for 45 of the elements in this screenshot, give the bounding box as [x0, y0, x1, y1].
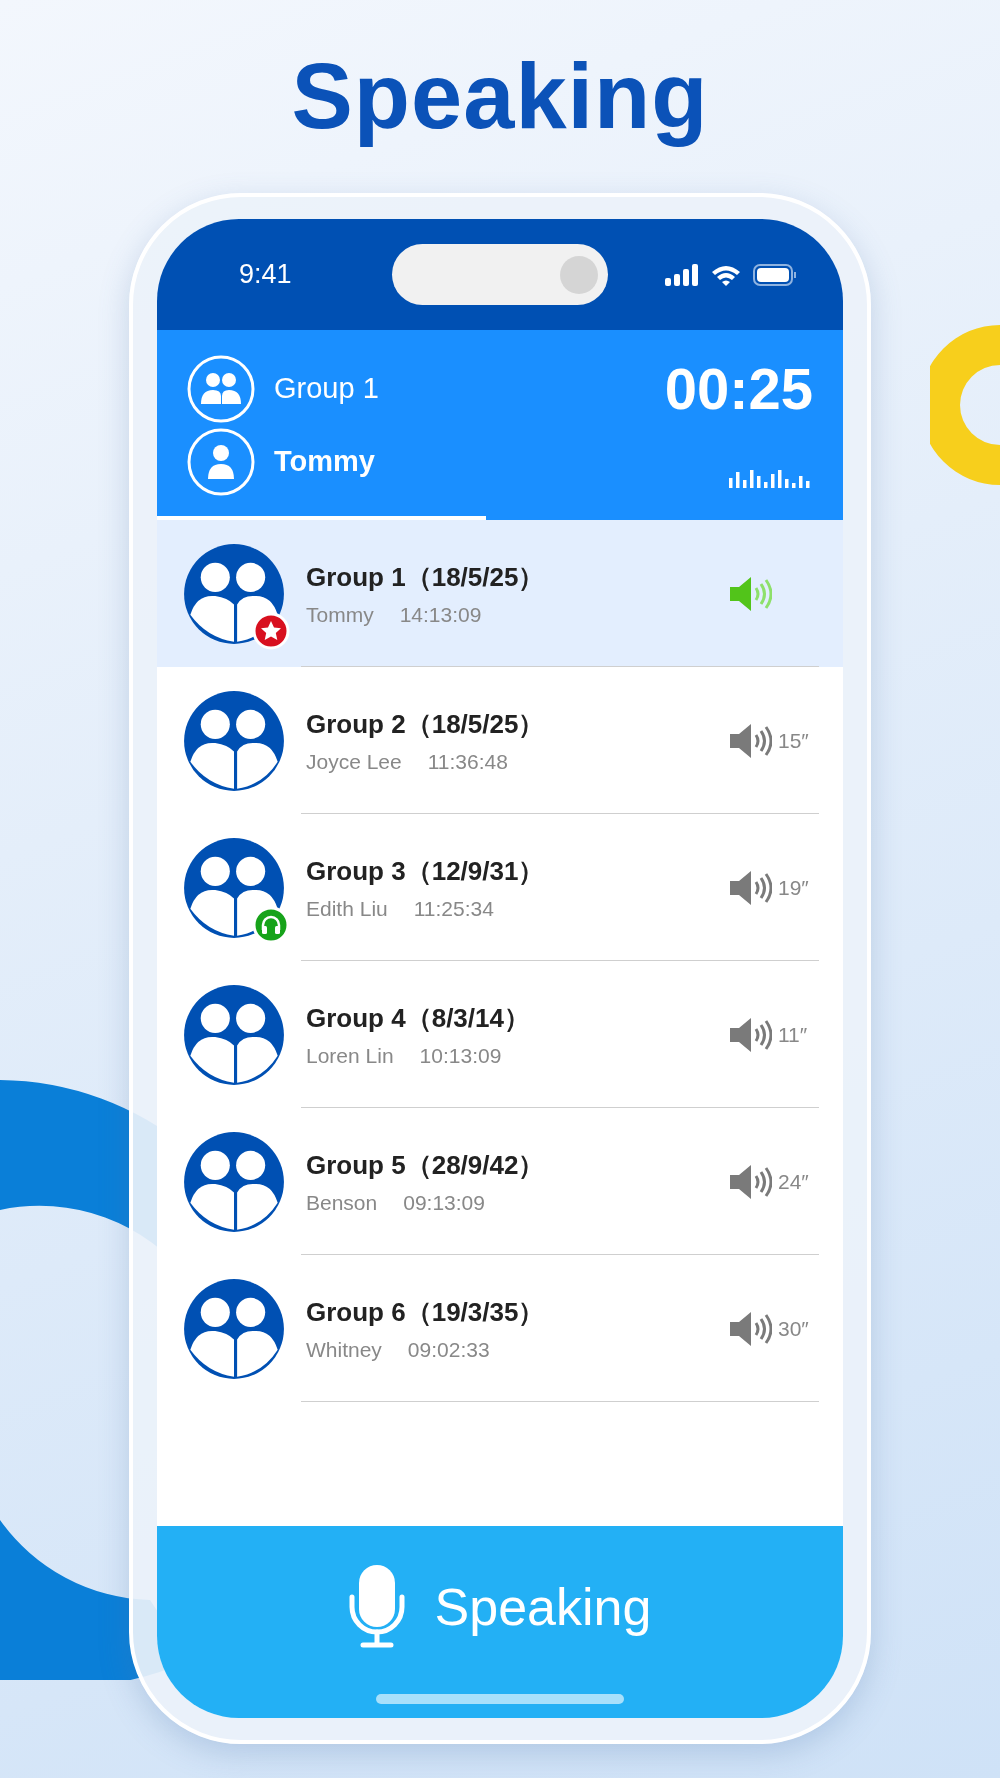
battery-icon	[753, 263, 797, 286]
group-title: Group 1（18/5/25）	[306, 561, 546, 594]
waveform-icon	[729, 468, 813, 488]
group-icon	[186, 353, 256, 424]
group-avatar-icon	[182, 688, 286, 793]
wifi-icon	[711, 263, 741, 286]
star-badge-icon	[252, 611, 290, 650]
group-title: Group 3（12/9/31）	[306, 855, 546, 888]
speaker-name: Joyce Lee	[306, 750, 402, 774]
message-time: 09:02:33	[407, 1338, 490, 1362]
voice-duration: 30″	[778, 1316, 809, 1341]
voice-duration: 11″	[778, 1022, 808, 1047]
group-avatar-icon	[182, 1276, 286, 1381]
headline: Speaking	[291, 44, 709, 149]
speaker-name: Tommy	[274, 445, 376, 478]
message-time: 10:13:09	[419, 1044, 502, 1068]
call-timer: 00:25	[664, 355, 813, 422]
speaker-name: Benson	[306, 1191, 378, 1215]
group-avatar-icon	[182, 835, 286, 940]
microphone-icon	[348, 1565, 405, 1649]
speaker-name: Whitney	[306, 1338, 382, 1362]
message-time: 09:13:09	[403, 1191, 485, 1215]
group-name: Group 1	[274, 372, 380, 405]
group-avatar-icon	[182, 982, 286, 1087]
group-title: Group 4（8/3/14）	[306, 1002, 531, 1035]
group-avatar-icon	[182, 1129, 286, 1234]
group-title: Group 5（28/9/42）	[306, 1149, 546, 1182]
group-title: Group 2（18/5/25）	[306, 708, 546, 741]
camera-icon	[560, 255, 598, 294]
voice-duration: 15″	[778, 728, 809, 753]
group-row[interactable]: Group 1（18/5/25） Tommy 14:13:09	[157, 520, 843, 667]
speaker-name: Edith Liu	[306, 897, 388, 921]
message-time: 11:25:34	[413, 897, 494, 921]
speaker-name: Loren Lin	[306, 1044, 394, 1068]
headphones-badge-icon	[252, 905, 290, 944]
group-avatar-icon	[182, 541, 286, 646]
voice-duration: 24″	[778, 1169, 809, 1194]
group-title: Group 6（19/3/35）	[306, 1296, 546, 1329]
message-time: 14:13:09	[399, 603, 482, 627]
person-icon	[186, 426, 256, 497]
status-time: 9:41	[239, 259, 293, 290]
voice-duration: 19″	[778, 875, 809, 900]
speaker-name: Tommy	[306, 603, 374, 627]
message-time: 11:36:48	[427, 750, 508, 774]
signal-icon	[665, 263, 699, 286]
